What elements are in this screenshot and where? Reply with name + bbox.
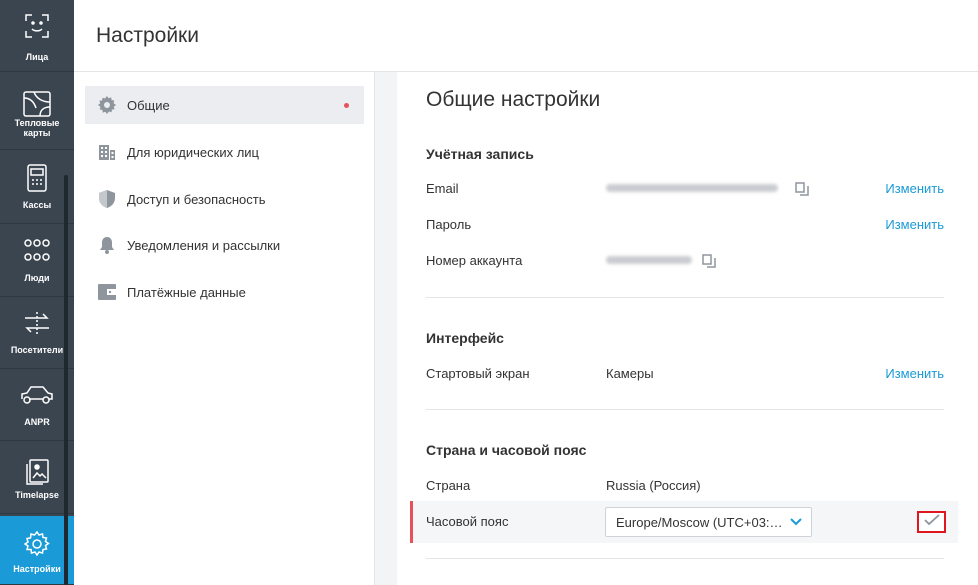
email-value-redacted: [606, 184, 778, 192]
start-screen-label: Стартовый экран: [426, 366, 530, 381]
divider: [426, 558, 944, 559]
rail-item-timelapse[interactable]: Timelapse: [0, 442, 74, 514]
rail-item-people[interactable]: Люди: [0, 225, 74, 297]
timezone-label: Часовой пояс: [426, 514, 509, 529]
rail-item-label: Кассы: [22, 200, 52, 210]
gear-icon: [98, 96, 116, 114]
timelapse-icon: [0, 456, 74, 488]
account-number-redacted: [606, 256, 692, 264]
rail-item-label: ANPR: [24, 417, 50, 427]
rail-item-label: Посетители: [10, 345, 64, 355]
rail-item-anpr[interactable]: ANPR: [0, 369, 74, 441]
nav-item-label: Общие: [127, 97, 170, 113]
rail-item-registers[interactable]: Кассы: [0, 152, 74, 224]
region-section-title: Страна и часовой пояс: [426, 442, 587, 458]
nav-item-label: Уведомления и рассылки: [127, 237, 281, 253]
country-value: Russia (Россия): [606, 478, 701, 493]
change-start-screen-link[interactable]: Изменить: [885, 366, 944, 381]
rail-item-heatmaps[interactable]: Тепловые карты: [0, 78, 74, 150]
car-icon: [0, 379, 74, 411]
nav-item-general[interactable]: Общие: [85, 86, 364, 124]
nav-item-notifications[interactable]: Уведомления и рассылки: [85, 226, 364, 264]
divider: [426, 297, 944, 298]
app-rail: Лица Тепловые карты Кассы Люди Посетител…: [0, 0, 74, 585]
chevron-down-icon: [789, 516, 803, 531]
checkmark-icon: [923, 513, 940, 531]
email-label: Email: [426, 181, 459, 196]
rail-item-visitors[interactable]: Посетители: [0, 297, 74, 369]
timezone-row: Часовой пояс Europe/Moscow (UTC+03:00): [410, 501, 958, 543]
nav-item-payment[interactable]: Платёжные данные: [85, 273, 364, 311]
rail-item-label: Лица: [25, 52, 49, 62]
timezone-selected-value: Europe/Moscow (UTC+03:00): [616, 514, 784, 530]
nav-item-label: Для юридических лиц: [127, 144, 259, 160]
timezone-select[interactable]: Europe/Moscow (UTC+03:00): [605, 507, 812, 537]
confirm-button[interactable]: [917, 511, 946, 533]
unsaved-indicator: [344, 103, 349, 108]
content-title: Общие настройки: [426, 88, 601, 111]
copy-account-number-icon[interactable]: [702, 254, 716, 268]
interface-section-title: Интерфейс: [426, 330, 504, 346]
change-email-link[interactable]: Изменить: [885, 181, 944, 196]
settings-content: Общие настройки Учётная запись Email Изм…: [397, 72, 978, 585]
cash-register-icon: [0, 162, 74, 194]
rail-item-label: Настройки: [13, 564, 61, 574]
rail-item-label: Timelapse: [15, 490, 59, 500]
shield-icon: [98, 190, 116, 208]
nav-item-label: Доступ и безопасность: [127, 191, 266, 207]
country-label: Страна: [426, 478, 471, 493]
copy-email-icon[interactable]: [795, 182, 809, 196]
nav-item-legal-entities[interactable]: Для юридических лиц: [85, 133, 364, 171]
rail-item-faces[interactable]: Лица: [0, 0, 74, 72]
divider: [426, 409, 944, 410]
people-icon: [0, 235, 74, 267]
start-screen-value: Камеры: [606, 366, 654, 381]
gear-icon: [0, 528, 74, 560]
wallet-icon: [98, 283, 116, 301]
account-number-label: Номер аккаунта: [426, 253, 523, 268]
nav-item-label: Платёжные данные: [127, 284, 246, 300]
bell-icon: [98, 236, 116, 254]
visitors-flow-icon: [0, 307, 74, 339]
account-section-title: Учётная запись: [426, 146, 534, 162]
page-header: Настройки: [74, 0, 978, 72]
nav-item-access-security[interactable]: Доступ и безопасность: [85, 180, 364, 218]
building-icon: [98, 143, 116, 161]
rail-scrollbar[interactable]: [64, 175, 68, 585]
page-title: Настройки: [96, 24, 199, 47]
change-password-link[interactable]: Изменить: [885, 217, 944, 232]
rail-item-label: Тепловые карты: [14, 118, 60, 138]
settings-nav: Общие Для юридических лиц Доступ и безоп…: [74, 72, 375, 585]
edit-marker: [410, 501, 413, 543]
password-label: Пароль: [426, 217, 472, 232]
rail-item-label: Люди: [24, 273, 50, 283]
rail-item-settings[interactable]: Настройки: [0, 516, 74, 585]
face-scan-icon: [0, 10, 74, 42]
heatmap-icon: [0, 88, 74, 120]
